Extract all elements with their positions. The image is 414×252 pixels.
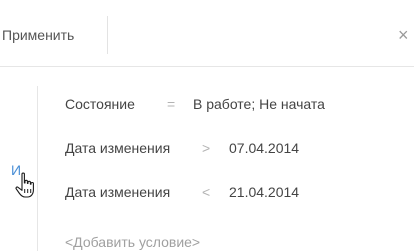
- header-divider: [0, 66, 414, 67]
- condition-group-bracket: [37, 86, 38, 251]
- filter-toolbar: Применить ×: [0, 0, 414, 66]
- hand-cursor-icon: [15, 172, 34, 198]
- condition-value: В работе; Не начата: [193, 96, 325, 112]
- condition-operator: =: [167, 96, 176, 112]
- apply-button[interactable]: Применить: [0, 22, 74, 48]
- condition-value: 21.04.2014: [229, 184, 300, 200]
- condition-value: 07.04.2014: [229, 140, 300, 156]
- close-icon[interactable]: ×: [398, 22, 414, 48]
- toolbar-separator: [107, 16, 108, 54]
- condition-column: Дата изменения: [65, 184, 171, 200]
- condition-column: Состояние: [65, 96, 135, 112]
- condition-operator: <: [202, 184, 211, 200]
- add-condition-link[interactable]: <Добавить условие>: [65, 232, 200, 252]
- condition-operator: >: [202, 140, 211, 156]
- condition-column: Дата изменения: [65, 140, 171, 156]
